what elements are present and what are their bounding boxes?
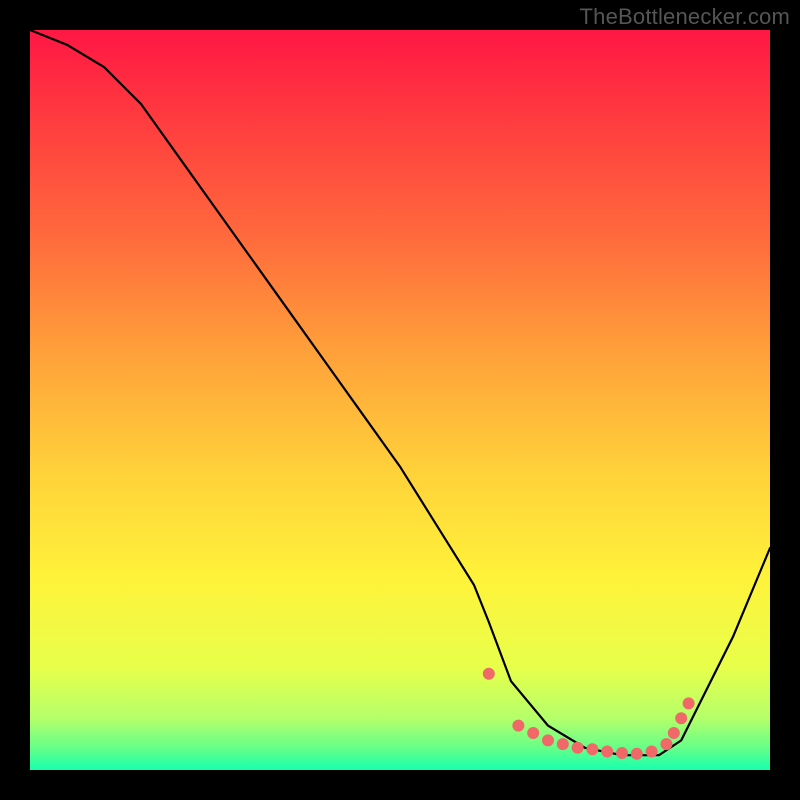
credit-label: TheBottlenecker.com — [580, 4, 790, 30]
gradient-background — [30, 30, 770, 770]
marker-point — [631, 748, 642, 759]
marker-point — [572, 742, 583, 753]
marker-point — [602, 746, 613, 757]
marker-point — [676, 713, 687, 724]
marker-point — [668, 728, 679, 739]
marker-point — [683, 698, 694, 709]
chart-frame: TheBottlenecker.com — [0, 0, 800, 800]
marker-point — [557, 739, 568, 750]
marker-point — [646, 746, 657, 757]
marker-point — [587, 744, 598, 755]
marker-point — [513, 720, 524, 731]
marker-point — [661, 739, 672, 750]
marker-point — [483, 668, 494, 679]
marker-point — [528, 728, 539, 739]
marker-point — [543, 735, 554, 746]
plot-area — [30, 30, 770, 770]
marker-point — [617, 748, 628, 759]
chart-svg — [30, 30, 770, 770]
